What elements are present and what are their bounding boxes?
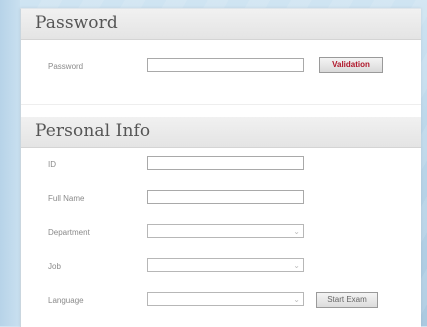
validation-button[interactable]: Validation [319, 57, 383, 73]
personal-info-section-header: Personal Info [21, 117, 421, 148]
start-exam-button[interactable]: Start Exam [316, 292, 378, 308]
personal-info-section-title: Personal Info [35, 121, 151, 141]
password-section-title: Password [35, 13, 118, 33]
password-input[interactable] [147, 58, 304, 72]
language-label: Language [48, 296, 84, 305]
form-panel: Password Password Validation Personal In… [20, 8, 421, 327]
password-section-header: Password [21, 9, 421, 40]
job-select[interactable]: ⌄ [147, 258, 304, 272]
job-label: Job [48, 262, 61, 271]
department-select[interactable]: ⌄ [147, 224, 304, 238]
section-divider [21, 104, 421, 105]
department-label: Department [48, 228, 90, 237]
password-label: Password [48, 62, 84, 71]
language-select[interactable]: ⌄ [147, 292, 304, 306]
full-name-input[interactable] [147, 190, 304, 204]
id-label: ID [48, 160, 56, 169]
id-input[interactable] [147, 156, 304, 170]
chevron-down-icon: ⌄ [293, 295, 300, 304]
chevron-down-icon: ⌄ [293, 227, 300, 236]
chevron-down-icon: ⌄ [293, 261, 300, 270]
left-page-edge [0, 0, 20, 326]
full-name-label: Full Name [48, 194, 85, 203]
